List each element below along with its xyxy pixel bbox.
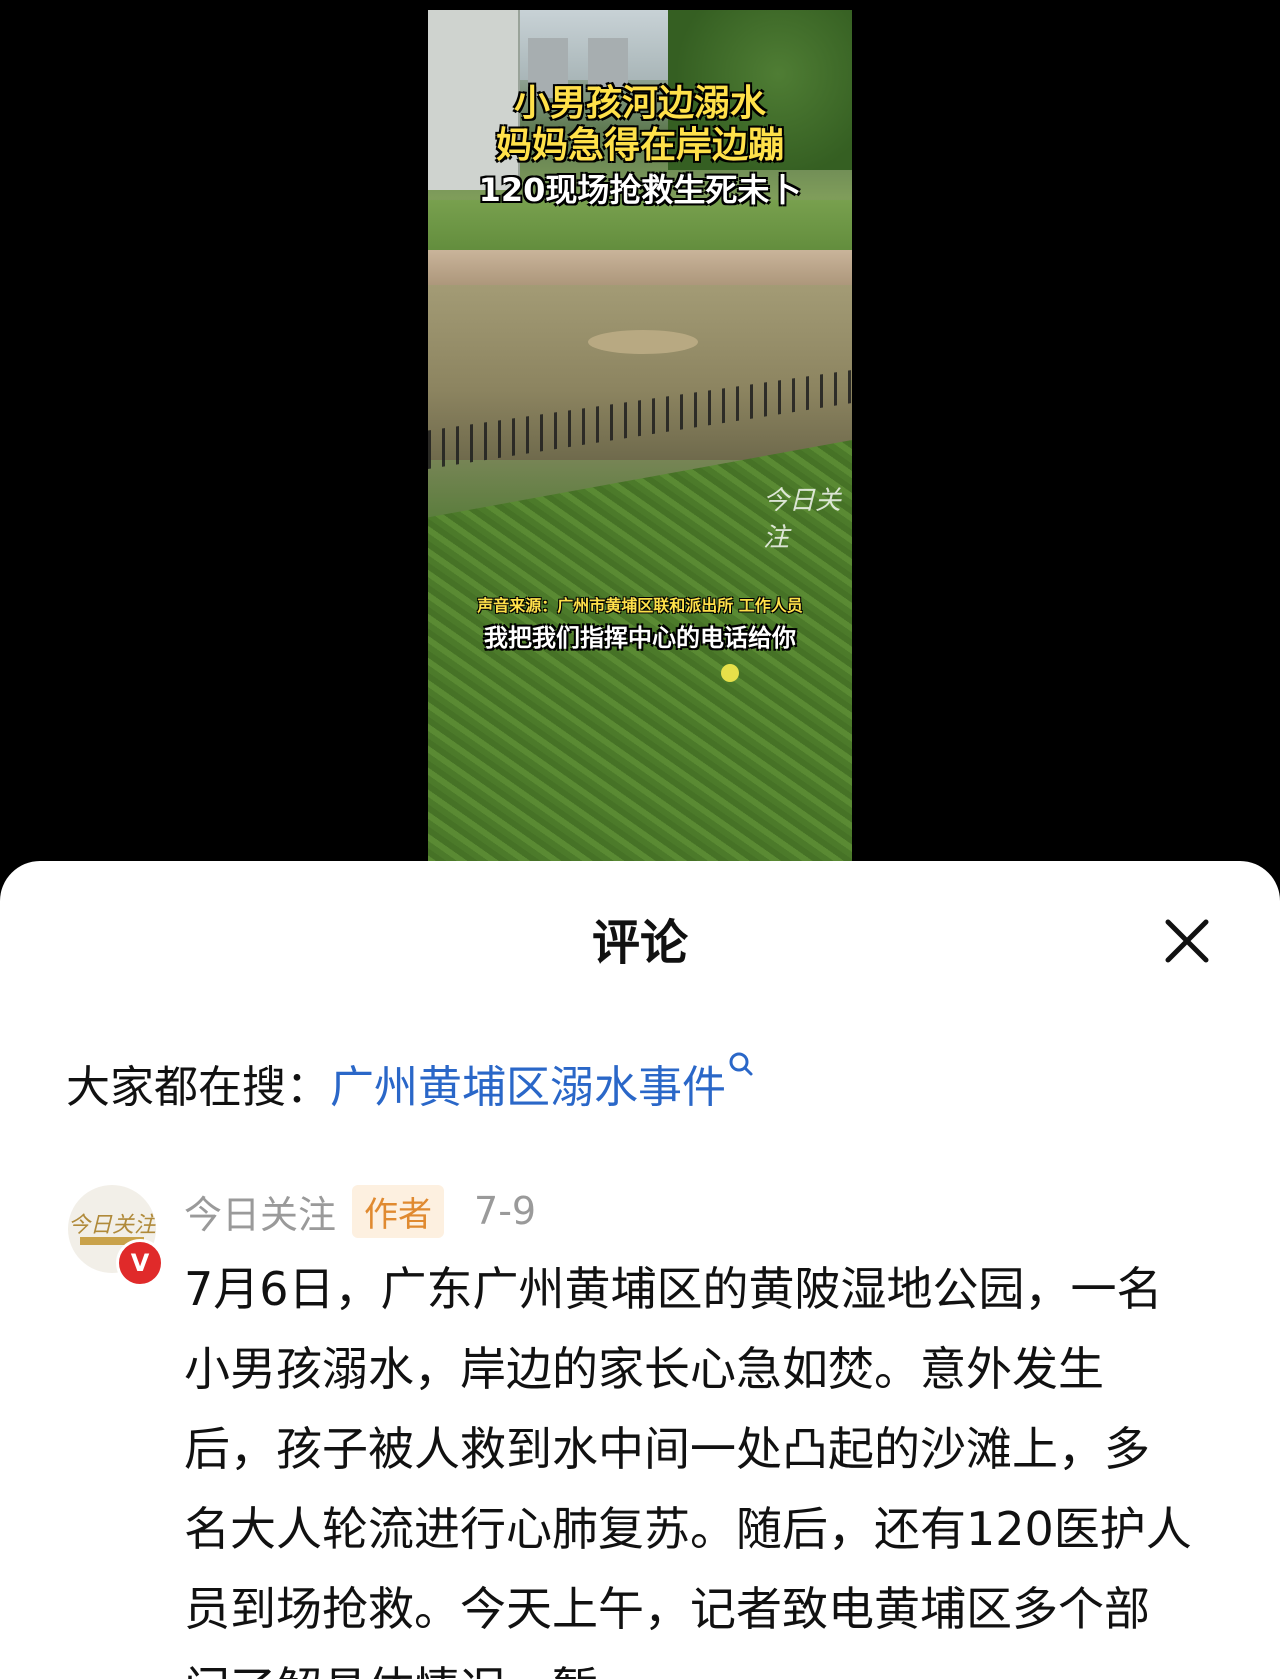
video-title-line2: 妈妈急得在岸边蹦	[495, 125, 784, 166]
video-watermark: 今日关注	[763, 486, 842, 553]
close-button[interactable]	[1160, 914, 1214, 968]
trending-search-label: 大家都在搜：	[66, 1062, 330, 1113]
video-ball	[721, 664, 739, 682]
comment-body[interactable]: 7月6日，广东广州黄埔区的黄陂湿地公园，一名小男孩溺水，岸边的家长心急如焚。意外…	[184, 1249, 1194, 1679]
video-tower	[588, 38, 628, 88]
video-player[interactable]: 小男孩河边溺水 妈妈急得在岸边蹦 120现场抢救生死未卜 今日关注 声音来源：广…	[428, 10, 852, 862]
video-sandbar	[588, 330, 698, 354]
close-icon	[1165, 919, 1209, 963]
author-name[interactable]: 今日关注	[184, 1184, 336, 1239]
search-icon[interactable]	[728, 1051, 754, 1081]
trending-search: 大家都在搜：广州黄埔区溺水事件	[66, 1051, 754, 1115]
video-speech-subtitle: 我把我们指挥中心的电话给你	[484, 624, 796, 652]
sheet-title: 评论	[591, 915, 688, 971]
comment-header: 今日关注 作者 7-9	[184, 1184, 537, 1239]
comment-date: 7-9	[474, 1189, 537, 1233]
comment-sheet: 评论 大家都在搜：广州黄埔区溺水事件 今日关注 V 今日关注 作者 7-9 7月…	[0, 861, 1280, 1679]
avatar-logo: 今日关注	[68, 1213, 156, 1238]
author-tag: 作者	[352, 1184, 445, 1238]
video-title-line1: 小男孩河边溺水	[513, 83, 766, 124]
verified-badge: V	[116, 1239, 164, 1287]
video-title-line3: 120现场抢救生死未卜	[478, 171, 802, 209]
video-wall	[428, 250, 852, 290]
video-audio-source: 声音来源：广州市黄埔区联和派出所 工作人员	[477, 596, 803, 615]
trending-search-link[interactable]: 广州黄埔区溺水事件	[330, 1062, 726, 1113]
